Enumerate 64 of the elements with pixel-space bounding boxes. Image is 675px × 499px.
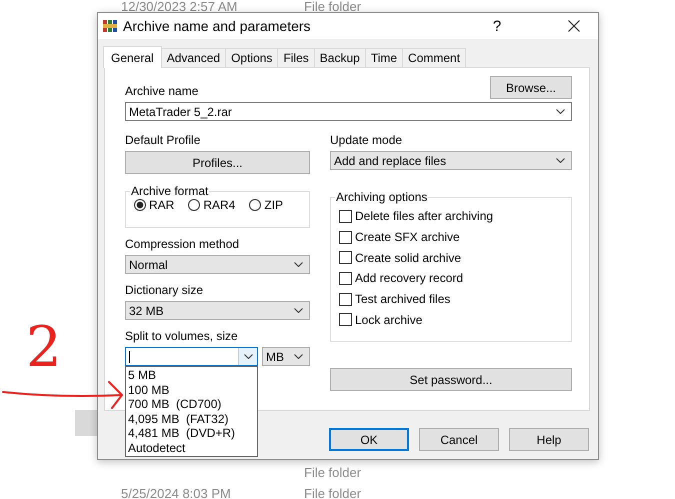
checkbox[interactable] [339, 313, 352, 326]
update-mode-dropdown[interactable]: Add and replace files [330, 151, 572, 170]
dropdown-item[interactable]: 4,481 MB (DVD+R) [126, 426, 257, 440]
checkbox[interactable] [339, 230, 352, 244]
tab[interactable]: Backup [314, 48, 366, 67]
chevron-down-icon [244, 354, 252, 359]
radio-button[interactable] [188, 199, 200, 211]
checkbox[interactable] [339, 292, 352, 306]
chevron-down-icon [294, 354, 303, 359]
checkbox-option[interactable]: Test archived files [339, 288, 563, 310]
checkbox-option[interactable]: Delete files after archiving [339, 206, 563, 227]
dropdown-item[interactable]: 4,095 MB (FAT32) [126, 412, 257, 426]
checkbox-option[interactable]: Create solid archive [339, 247, 563, 268]
chevron-down-icon [294, 308, 303, 313]
field-label: Split to volumes, size [125, 329, 239, 344]
close-icon [568, 20, 580, 32]
compression-dropdown[interactable]: Normal [125, 255, 310, 274]
field-label: Dictionary size [125, 283, 204, 298]
checkbox-option[interactable]: Create SFX archive [339, 226, 563, 248]
window-title: Archive name and parameters [123, 18, 312, 34]
browse-button[interactable]: Browse... [490, 76, 572, 99]
tab[interactable]: Options [225, 48, 278, 67]
field-label: Update mode [330, 133, 404, 148]
checkbox-option[interactable]: Lock archive [339, 309, 563, 330]
tab[interactable]: General [103, 46, 162, 68]
books-icon [102, 18, 118, 34]
file-type: File folder [304, 465, 362, 480]
field-label: Default Profile [125, 133, 202, 148]
group-label: Archiving options [335, 190, 428, 204]
chevron-down-icon [556, 109, 565, 114]
chevron-down-icon [556, 158, 565, 163]
handwritten-number: 2 [26, 320, 62, 376]
checkbox[interactable] [339, 272, 352, 285]
radio-option[interactable]: RAR [134, 198, 174, 212]
dropdown-item[interactable]: 700 MB (CD700) [126, 397, 257, 412]
profiles-button[interactable]: Profiles... [125, 151, 310, 174]
field-label: Archive name [125, 84, 198, 99]
checkbox[interactable] [339, 210, 352, 223]
radio-button[interactable] [249, 199, 262, 211]
file-type: File folder [304, 486, 362, 499]
set-password-button[interactable]: Set password... [330, 368, 572, 391]
file-date: 12/30/2023 2:57 AM [121, 0, 238, 14]
file-type: File folder [304, 0, 362, 14]
dropdown-item[interactable]: 5 MB [126, 368, 257, 382]
dialog-button[interactable]: Cancel [419, 428, 499, 451]
radio-option[interactable]: RAR4 [188, 198, 236, 212]
dropdown-item[interactable]: 100 MB [126, 382, 257, 397]
archive-name-field[interactable]: MetaTrader 5_2.rar [125, 102, 572, 121]
help-button[interactable]: ? [482, 18, 512, 34]
group-label: Archive format [130, 184, 210, 198]
dictionary-dropdown[interactable]: 32 MB [125, 301, 310, 320]
checkbox-option[interactable]: Add recovery record [339, 268, 563, 289]
radio-option[interactable]: ZIP [249, 198, 284, 212]
unit-dropdown[interactable]: MB [262, 347, 310, 366]
dialog-button[interactable]: OK [329, 428, 409, 451]
dropdown-item[interactable]: Autodetect [126, 440, 257, 455]
field-label: Compression method [125, 237, 240, 252]
file-date: 5/25/2024 8:03 PM [121, 486, 232, 499]
chevron-down-icon [294, 262, 303, 267]
checkbox[interactable] [339, 251, 352, 264]
dialog-button[interactable]: Help [509, 428, 589, 451]
tab[interactable]: Comment [402, 48, 466, 67]
radio-button[interactable] [134, 199, 146, 211]
volume-size-field[interactable] [125, 347, 258, 366]
